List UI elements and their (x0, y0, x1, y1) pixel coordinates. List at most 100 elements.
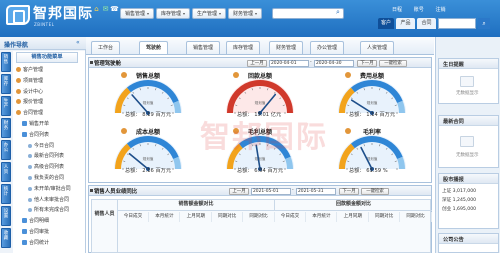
menu-production[interactable]: 生产管理 ▾ (192, 8, 227, 19)
vtab-settings[interactable]: 设置 (1, 206, 11, 226)
table-prev-month-button[interactable]: 上一月 (229, 188, 249, 195)
header-tab-customer[interactable]: 客户 (378, 18, 394, 29)
quick-search-icon[interactable]: ⌕ (478, 18, 490, 29)
table-col-header: 本月统计 (149, 212, 181, 222)
tree-item[interactable]: 销售开单 (13, 120, 85, 128)
messages-icon[interactable]: ✉ (101, 5, 110, 13)
table-date-to-input[interactable]: 2021-05-31 (296, 188, 336, 195)
gauge-value: 61.59 (366, 168, 382, 174)
vtab-inventory[interactable]: 库存 (1, 74, 11, 94)
table-next-month-button[interactable]: 下一月 (339, 188, 359, 195)
table-col-header: 今日成交 (275, 212, 306, 222)
tree-item[interactable]: 最新合同列表 (13, 152, 85, 160)
prev-month-button[interactable]: 上一月 (247, 60, 267, 67)
tree-item[interactable]: 今日合同 (13, 142, 85, 150)
sales-function-menu-button[interactable]: 销售功能菜单 (16, 52, 78, 63)
table-date-from-input[interactable]: 2021-05-01 (251, 188, 291, 195)
tree-item[interactable]: 高级合同列表 (13, 163, 85, 171)
table-col-header: 上月同期 (338, 212, 369, 222)
vtab-production[interactable]: 生产 (1, 96, 11, 116)
menu-inventory[interactable]: 库存管理 ▾ (156, 8, 191, 19)
vtab-office[interactable]: 办公 (1, 140, 11, 160)
home-icon[interactable]: ⌂ (92, 5, 101, 13)
tree-item[interactable]: 合同明细 (13, 217, 85, 225)
tree-item[interactable]: 项目管理 (13, 77, 85, 85)
date-from-input[interactable]: 2020-04-01 (269, 60, 309, 67)
tree-item-label: 项目管理 (23, 77, 44, 84)
tree-item[interactable]: 合同列表 (13, 131, 85, 139)
tree-item[interactable]: 我负责的合同 (13, 174, 85, 182)
date-sep: - (292, 188, 294, 193)
vtab-favorites[interactable]: 收藏 (1, 228, 11, 248)
tree-item[interactable]: 合同统计 (13, 239, 85, 247)
header-links: 日程 账号 注销 (392, 6, 445, 13)
gauge-dial: 规划值 (114, 135, 182, 171)
group-payment: 回款额金额对比 (275, 200, 432, 211)
tab-6[interactable]: 人资管理 (360, 41, 395, 54)
tree-item[interactable]: 合同管理 (13, 109, 85, 117)
tree-item[interactable]: 客户管理 (13, 66, 85, 74)
sidebar-title: 操作导航 (4, 42, 29, 49)
tab-0[interactable]: 工作台 (91, 41, 121, 54)
vtab-hr[interactable]: 人资 (1, 162, 11, 182)
app-header: 智邦国际 ZBINTEL ⌂ ✉ ☎ 销售管理 ▾ 库存管理 ▾ 生产管理 ▾ 财务管… (0, 0, 500, 37)
watermark: 智邦国际 (200, 120, 328, 155)
gauge-band-high (397, 100, 405, 114)
sales-compare-title: 销售人员业绩同比 (94, 189, 138, 195)
header-tab-product[interactable]: 产品 (396, 18, 415, 29)
table-col-header: 同期对比 (369, 212, 401, 222)
gauge-band-high (397, 156, 405, 170)
doc-icon (22, 218, 27, 224)
tree-item[interactable]: 合同审批 (13, 228, 85, 236)
tab-4[interactable]: 财务管理 (269, 41, 304, 54)
tab-2[interactable]: 销售管理 (186, 41, 221, 54)
notice-header: 公司公告 (439, 234, 498, 244)
query-button[interactable]: 一键检索 (379, 60, 407, 67)
page-tabs: 工作台 驾驶舱 销售管理 库存管理 财务管理 办公管理 人资管理 (86, 37, 434, 55)
doc-icon (28, 197, 32, 202)
header-tab-contract[interactable]: 合同 (417, 18, 436, 29)
gauge-dial: 规划值 (338, 79, 406, 115)
tree-item-label: 合同审批 (29, 229, 50, 235)
tree-item-label: 所有未完成合同 (34, 207, 70, 214)
menu-finance[interactable]: 财务管理 ▾ (228, 8, 263, 19)
vtab-finance[interactable]: 财务 (1, 118, 11, 138)
date-to-input[interactable]: 2020-04-30 (314, 60, 354, 67)
logout-link[interactable]: 注销 (435, 7, 445, 13)
tree-item-label: 高级合同列表 (34, 164, 65, 171)
menu-sales[interactable]: 销售管理 ▾ (120, 8, 155, 19)
search-input[interactable] (272, 8, 344, 19)
collapse-icon[interactable]: « (76, 39, 80, 46)
next-month-button[interactable]: 下一月 (357, 60, 377, 67)
tree-item[interactable]: 报价管理 (13, 98, 85, 106)
compare-table: 销售人员 销售额金额对比 回款额金额对比 今日成交 本月统计 上月同期 同期对比 同期对… (91, 199, 432, 253)
vtab-stats[interactable]: 统计 (1, 184, 11, 204)
tree-item[interactable]: 设计中心 (13, 88, 85, 96)
search-icon[interactable]: ⌕ (336, 8, 340, 17)
gauge-dial: 规划值 (114, 79, 182, 115)
gauge-center-label: 规划值 (143, 100, 154, 105)
table-query-button[interactable]: 一键检索 (361, 188, 389, 195)
sidebar-vtabs: 销售 库存 生产 财务 办公 人资 统计 设置 收藏 (0, 50, 12, 253)
vtab-sales[interactable]: 销售 (1, 52, 11, 72)
gauge-center-label: 规划值 (255, 156, 266, 161)
gauge-unit: 百万元 (267, 168, 284, 174)
tree-item[interactable]: 他人未审批合同 (13, 196, 85, 204)
phone-icon[interactable]: ☎ (110, 5, 119, 13)
tab-3[interactable]: 库存管理 (226, 41, 261, 54)
gauge-unit: 百万元 (155, 112, 172, 118)
stock-title: 股市播报 (443, 177, 464, 183)
tree-item[interactable]: 未开单/审批合同 (13, 185, 85, 193)
gauge-dial: 规划值 (338, 135, 406, 171)
tab-1[interactable]: 驾驶舱 (139, 41, 169, 54)
contract-empty-text: 无数据显示 (456, 153, 479, 158)
tree-item[interactable]: 所有未完成合同 (13, 206, 85, 214)
folder-icon (16, 110, 21, 116)
account-link[interactable]: 账号 (414, 7, 424, 13)
tab-5[interactable]: 办公管理 (310, 41, 345, 54)
table-col-header: 本月统计 (306, 212, 338, 222)
gauge-dial: 规划值 (226, 79, 294, 115)
calendar-link[interactable]: 日程 (392, 7, 402, 13)
quick-search-input[interactable] (438, 18, 476, 29)
table-col-header: 同期对比 (401, 212, 432, 222)
